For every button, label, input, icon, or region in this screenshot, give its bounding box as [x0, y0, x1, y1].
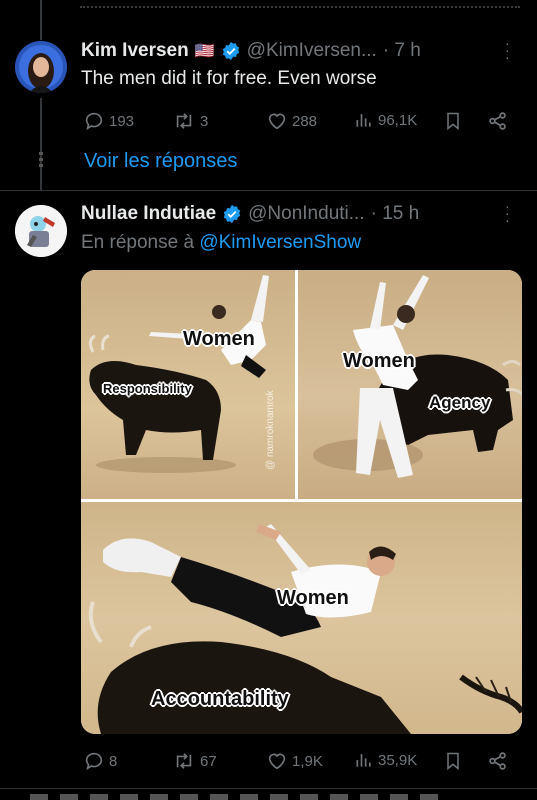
share-icon [489, 752, 506, 770]
tweet-time[interactable]: · 15 h [371, 203, 420, 225]
meme-panel-2: Women Agency [298, 270, 522, 499]
label-women-3: Women [277, 587, 349, 609]
label-responsibility: Responsibility [103, 381, 192, 396]
views-icon [356, 114, 371, 127]
retweet-button[interactable]: 3 [172, 110, 208, 132]
views-button[interactable]: 35,9K [354, 750, 417, 770]
bookmark-icon [447, 112, 459, 131]
share-icon [489, 112, 506, 130]
reply-to-handle[interactable]: @KimIversenShow [199, 232, 361, 253]
reply-count: 193 [109, 112, 135, 130]
flag-icon: 🇺🇸 [194, 43, 215, 60]
label-accountability: Accountability [151, 688, 289, 710]
share-button[interactable] [487, 750, 509, 772]
author-handle[interactable]: @NonInduti... [248, 203, 364, 225]
author-name[interactable]: Kim Iversen [81, 40, 189, 62]
like-button[interactable]: 288 [266, 110, 317, 132]
avatar[interactable] [15, 41, 67, 93]
share-button[interactable] [487, 110, 509, 132]
reply-prefix: En réponse à [81, 232, 200, 253]
meme-panel-1: Women Responsibility @ namroknamrok [81, 270, 295, 499]
retweet-button[interactable]: 67 [172, 750, 217, 772]
show-replies-link[interactable]: Voir les réponses [84, 150, 237, 173]
retweet-icon [176, 113, 192, 129]
label-women-1: Women [183, 328, 255, 350]
retweet-count: 3 [200, 112, 209, 130]
avatar[interactable] [15, 205, 67, 257]
views-button[interactable]: 96,1K [354, 110, 417, 130]
meme-panel-3: Women Accountability [81, 502, 522, 734]
reply-icon [85, 752, 103, 771]
label-women-2: Women [343, 350, 415, 372]
watermark: @ namroknamrok [265, 390, 276, 470]
like-icon [268, 753, 286, 770]
reply-button[interactable]: 193 [83, 110, 134, 132]
previous-actions-fragment [80, 0, 520, 8]
views-count: 96,1K [378, 111, 418, 129]
views-icon [356, 754, 371, 767]
thread-dots [39, 152, 43, 168]
divider [0, 190, 537, 191]
meme-image[interactable]: Women Responsibility @ namroknamrok Wome… [81, 270, 522, 734]
reply-icon [85, 112, 103, 131]
reply-count: 8 [109, 752, 118, 770]
like-icon [268, 113, 286, 130]
author-handle[interactable]: @KimIversen... [247, 40, 377, 62]
views-count: 35,9K [378, 751, 418, 769]
more-icon[interactable]: · · · [505, 199, 511, 227]
like-count: 288 [292, 112, 318, 130]
divider [0, 788, 537, 789]
like-button[interactable]: 1,9K [266, 750, 323, 772]
retweet-count: 67 [200, 752, 217, 770]
thread-line [40, 98, 42, 190]
bookmark-button[interactable] [443, 110, 463, 132]
thread-line-top [40, 0, 42, 40]
tweet-time[interactable]: · 7 h [383, 40, 421, 62]
bookmark-icon [447, 752, 459, 771]
reply-button[interactable]: 8 [83, 750, 117, 772]
bookmark-button[interactable] [443, 750, 463, 772]
tweet-text: The men did it for free. Even worse [81, 68, 377, 89]
label-agency: Agency [429, 393, 491, 412]
like-count: 1,9K [292, 752, 323, 770]
verified-icon [222, 41, 239, 61]
author-name[interactable]: Nullae Indutiae [81, 203, 216, 225]
more-icon[interactable]: · · · [505, 36, 511, 64]
next-tweet-fragment [30, 794, 450, 800]
retweet-icon [176, 753, 192, 769]
verified-icon [223, 204, 241, 224]
